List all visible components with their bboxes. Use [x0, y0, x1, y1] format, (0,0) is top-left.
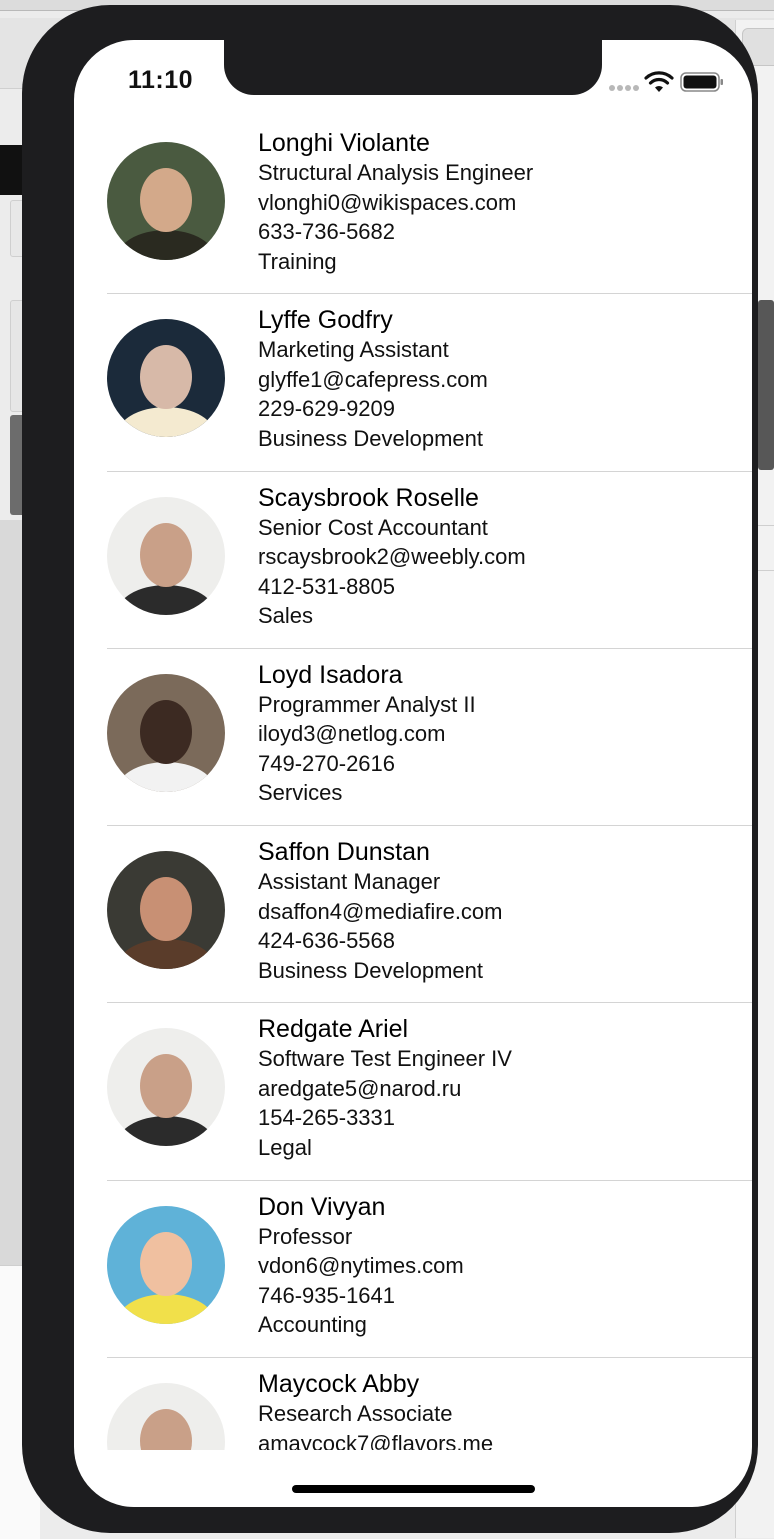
contact-job-title: Senior Cost Accountant [258, 514, 488, 540]
signal-icon [609, 85, 639, 91]
contact-job-title: Marketing Assistant [258, 337, 449, 363]
contact-name: Scaysbrook Roselle [258, 483, 479, 512]
contact-row[interactable]: Longhi Violante Structural Analysis Engi… [74, 117, 752, 295]
contact-job-title: Professor [258, 1223, 353, 1249]
home-indicator[interactable] [292, 1485, 535, 1493]
contact-department: Legal [258, 1134, 312, 1160]
avatar [107, 1383, 225, 1450]
contact-department: Sales [258, 603, 314, 629]
contact-department: Business Development [258, 957, 484, 983]
status-bar-time: 11:10 [128, 66, 194, 94]
contact-name: Don Vivyan [258, 1192, 386, 1221]
contact-name: Redgate Ariel [258, 1015, 409, 1044]
contact-phone: 749-270-2616 [258, 750, 396, 776]
contact-phone: 633-736-5682 [258, 219, 396, 244]
contact-phone: 229-629-9209 [258, 396, 396, 422]
avatar [107, 1028, 225, 1147]
contact-row[interactable]: Redgate Ariel Software Test Engineer IV … [74, 1003, 752, 1181]
contact-email: vdon6@nytimes.com [258, 1253, 464, 1279]
contact-name: Longhi Violante [258, 129, 430, 157]
wifi-icon [644, 71, 674, 92]
contact-row[interactable]: Scaysbrook Roselle Senior Cost Accountan… [74, 472, 752, 649]
battery-icon [680, 72, 723, 92]
contact-phone: 424-636-5568 [258, 928, 396, 954]
avatar [107, 673, 225, 792]
phone-notch [224, 40, 602, 95]
contact-row[interactable]: Loyd Isadora Programmer Analyst II iloyd… [74, 649, 752, 827]
contact-email: aredgate5@narod.ru [258, 1075, 462, 1101]
contact-phone: 412-531-8805 [258, 573, 396, 599]
contact-row[interactable]: Don Vivyan Professor vdon6@nytimes.com 7… [74, 1181, 752, 1359]
contact-email: dsaffon4@mediafire.com [258, 898, 503, 924]
contact-department: Training [258, 248, 337, 274]
avatar [107, 142, 225, 260]
contact-job-title: Structural Analysis Engineer [258, 160, 534, 185]
contact-name: Saffon Dunstan [258, 838, 430, 867]
contact-job-title: Research Associate [258, 1401, 453, 1427]
contact-email: vlonghi0@wikispaces.com [258, 189, 517, 215]
avatar [107, 496, 225, 615]
contact-name: Loyd Isadora [258, 660, 403, 689]
contact-email: glyffe1@cafepress.com [258, 366, 488, 392]
contact-job-title: Programmer Analyst II [258, 691, 476, 717]
phone-frame: 11:10 Longhi Violante Structural Analysi… [22, 5, 758, 1533]
contact-job-title: Software Test Engineer IV [258, 1046, 512, 1072]
contact-email: rscaysbrook2@weebly.com [258, 544, 526, 570]
contact-row[interactable]: Maycock Abby Research Associate amaycock… [74, 1358, 752, 1450]
phone-screen: 11:10 Longhi Violante Structural Analysi… [74, 40, 752, 1507]
background-right-scrollbar [758, 300, 774, 470]
contact-name: Maycock Abby [258, 1370, 420, 1399]
contact-row[interactable]: Saffon Dunstan Assistant Manager dsaffon… [74, 826, 752, 1004]
avatar [107, 851, 225, 970]
avatar [107, 319, 225, 438]
contact-department: Business Development [258, 425, 484, 451]
contact-list[interactable]: Longhi Violante Structural Analysis Engi… [74, 117, 752, 1450]
contact-row[interactable]: Lyffe Godfry Marketing Assistant glyffe1… [74, 294, 752, 472]
avatar [107, 1205, 225, 1324]
contact-job-title: Assistant Manager [258, 869, 441, 895]
contact-email: amaycock7@flavors.me [258, 1430, 494, 1450]
contact-phone: 154-265-3331 [258, 1105, 396, 1131]
contact-email: iloyd3@netlog.com [258, 721, 446, 747]
contact-department: Services [258, 780, 343, 806]
contact-name: Lyffe Godfry [258, 306, 393, 335]
contact-phone: 746-935-1641 [258, 1282, 396, 1308]
contact-department: Accounting [258, 1312, 367, 1338]
